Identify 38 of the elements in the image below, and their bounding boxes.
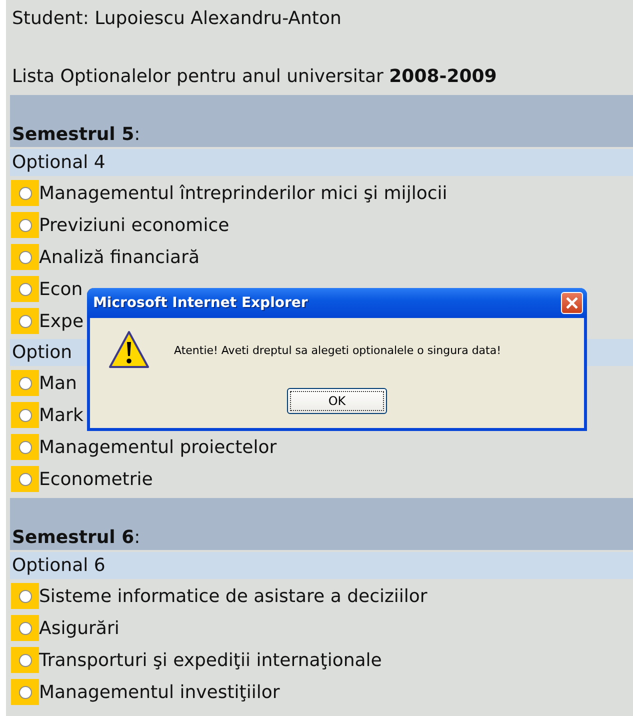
radio-button[interactable]	[18, 440, 32, 454]
option-label: Managementul întreprinderilor mici şi mijlocii	[39, 182, 448, 204]
option-label: Mark	[39, 404, 84, 426]
option-label: Sisteme informatice de asistare a deciziilor	[39, 586, 428, 606]
radio-button[interactable]	[18, 218, 32, 232]
option-label: Man	[39, 372, 77, 394]
radio-button[interactable]	[18, 408, 32, 422]
radio-button[interactable]	[18, 590, 32, 602]
radio-button[interactable]	[18, 250, 32, 264]
optional-header: Optional 6	[10, 552, 633, 579]
optional-header: Optional 4	[10, 149, 633, 176]
option-label: Transporturi şi expediţii internaţionale	[39, 650, 382, 670]
dialog-title: Microsoft Internet Explorer	[93, 295, 308, 311]
radio-button[interactable]	[18, 472, 32, 486]
radio-button[interactable]	[18, 186, 32, 200]
warning-icon	[108, 330, 150, 370]
option-label: Managementul investiţiilor	[39, 682, 280, 702]
option-label: Managementul proiectelor	[39, 436, 277, 458]
semester-header: Semestrul 6:	[10, 498, 633, 550]
student-name: Student: Lupoiescu Alexandru-Anton	[11, 7, 342, 31]
radio-button[interactable]	[18, 376, 32, 390]
option-label: Econometrie	[39, 468, 153, 490]
dialog-message: Atentie! Aveti dreptul sa alegeti optionalele o singura data!	[174, 344, 502, 356]
option-label: Asigurări	[39, 618, 120, 638]
close-icon	[565, 296, 579, 310]
option-label: Econ	[39, 278, 83, 300]
close-button[interactable]	[561, 292, 583, 314]
radio-button[interactable]	[18, 654, 32, 666]
ok-button[interactable]: OK	[287, 388, 387, 414]
option-label: Analiză financiară	[39, 246, 200, 268]
semester-header: Semestrul 5:	[10, 95, 633, 147]
radio-button[interactable]	[18, 282, 32, 296]
radio-button[interactable]	[18, 622, 32, 634]
radio-button[interactable]	[18, 314, 32, 328]
option-label: Previziuni economice	[39, 214, 230, 236]
radio-button[interactable]	[18, 686, 32, 698]
list-heading: Lista Optionalelor pentru anul universitar 2008-2009	[11, 65, 498, 89]
option-label: Expe	[39, 310, 84, 332]
